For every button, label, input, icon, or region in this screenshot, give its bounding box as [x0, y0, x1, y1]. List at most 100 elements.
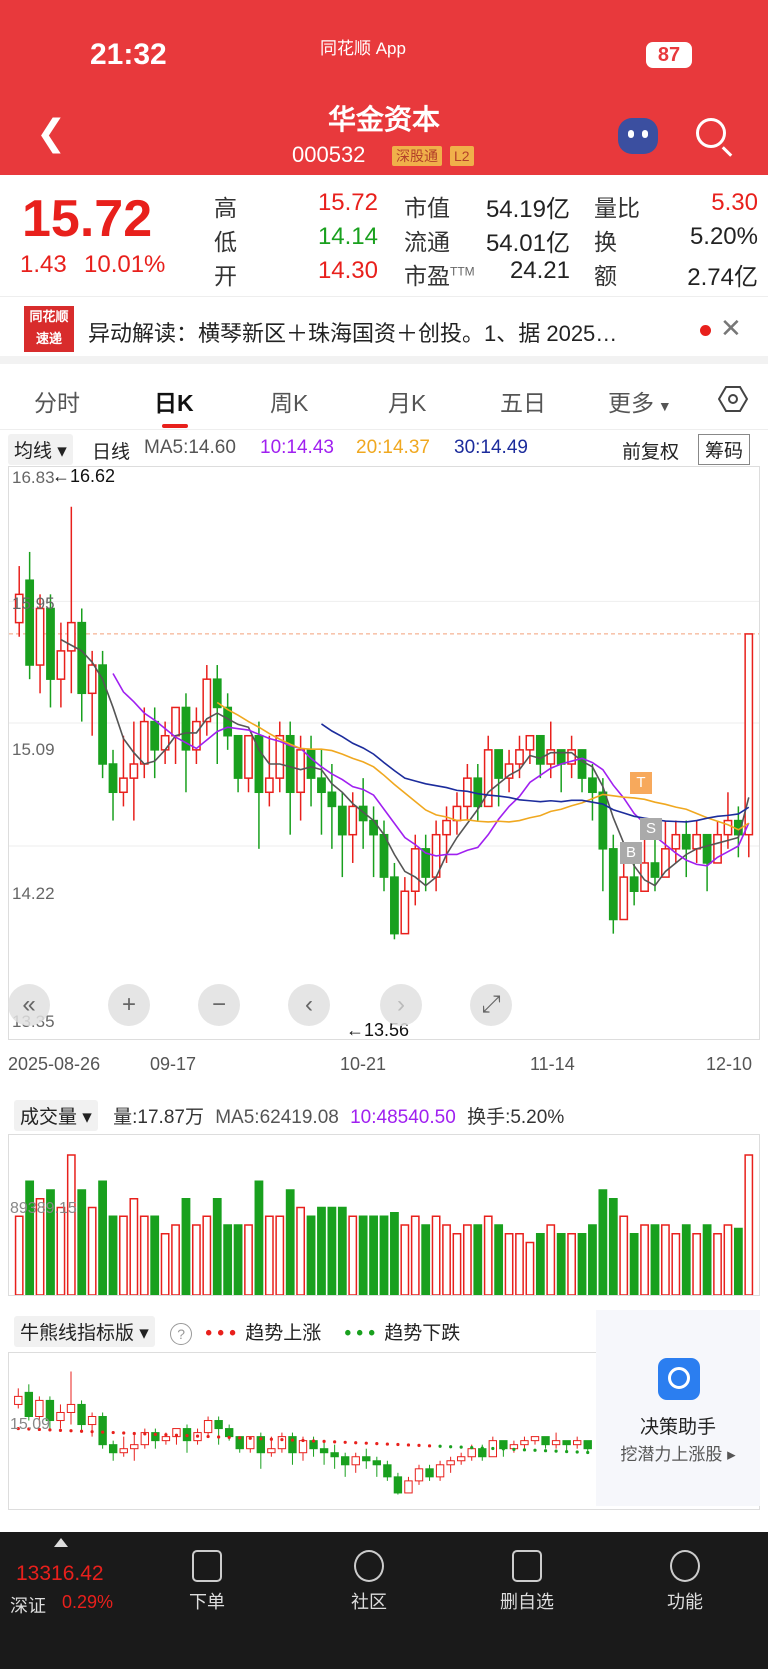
scroll-right-button[interactable]: ›	[380, 984, 422, 1026]
news-text[interactable]: 异动解读：横琴新区＋珠海国资＋创投。1、据 2025…	[88, 316, 617, 348]
volume-ratio-label: 量比	[594, 195, 640, 221]
trend-dot	[565, 1449, 569, 1454]
volume-bar	[473, 1224, 483, 1296]
bull-candle-body	[298, 1440, 308, 1454]
zoom-out-button[interactable]: −	[198, 984, 240, 1026]
news-banner[interactable]: 同花顺 速递 异动解读：横琴新区＋珠海国资＋创投。1、据 2025… ✕	[0, 298, 768, 364]
candle-body	[588, 777, 597, 794]
volume-bar	[535, 1233, 545, 1296]
ma-dropdown[interactable]: 均线 ▾	[8, 434, 73, 465]
kline-chart[interactable]	[8, 466, 760, 1040]
tab-monthly-k[interactable]: 月K	[388, 384, 426, 418]
volume-bar	[494, 1224, 504, 1296]
date-tick-1: 09-17	[150, 1054, 197, 1074]
volume-bar	[202, 1215, 212, 1296]
trend-dot	[132, 1431, 136, 1436]
functions-button[interactable]: 功能	[640, 1550, 730, 1614]
volume-bar	[171, 1224, 180, 1296]
help-icon[interactable]: ?	[170, 1323, 193, 1345]
trend-dot	[322, 1439, 326, 1444]
tab-intraday[interactable]: 分时	[34, 384, 80, 418]
scroll-start-button[interactable]: «	[8, 984, 50, 1026]
price-change: 1.43	[20, 251, 67, 278]
candle-body	[56, 650, 66, 680]
index-value[interactable]: 13316.42	[16, 1562, 104, 1586]
tab-daily-k[interactable]: 日K	[154, 384, 194, 418]
unread-dot-icon	[700, 325, 711, 336]
bull-bear-dropdown[interactable]: 牛熊线指标版 ▾	[14, 1316, 155, 1347]
bull-axis-label: 15.09	[10, 1416, 51, 1433]
candle-body	[577, 749, 587, 779]
bull-candle-body	[456, 1456, 466, 1462]
trend-dot	[206, 1434, 210, 1439]
bull-candle-body	[267, 1448, 276, 1454]
candle-body	[306, 749, 316, 779]
amount-value: 2.74亿	[687, 264, 758, 291]
high-label: 高	[214, 195, 237, 221]
search-icon[interactable]	[696, 118, 726, 148]
zoom-in-button[interactable]: +	[108, 984, 150, 1026]
trend-dot	[185, 1434, 189, 1438]
close-icon[interactable]: ✕	[720, 313, 742, 344]
low-value: 14.14	[317, 223, 378, 250]
community-button[interactable]: 社区	[324, 1550, 414, 1614]
volume-bar	[223, 1224, 233, 1296]
candle-body	[139, 720, 149, 765]
volume-bar	[733, 1227, 743, 1296]
volume-chart[interactable]	[8, 1134, 760, 1296]
tab-more[interactable]: 更多 ▼	[608, 384, 672, 418]
turnover-label: 换	[594, 229, 617, 255]
volume-bar	[181, 1198, 191, 1296]
b-signal-marker[interactable]: B	[620, 842, 642, 864]
trend-dot	[79, 1429, 84, 1433]
candle-body	[327, 791, 337, 808]
chips-button[interactable]: 筹码	[698, 434, 751, 465]
volume-bar	[191, 1224, 201, 1296]
axis-t3: 15.09	[12, 740, 55, 759]
tab-weekly-k[interactable]: 周K	[270, 384, 308, 418]
bull-candle-body	[551, 1440, 561, 1446]
max-marker: ←16.62	[52, 466, 116, 486]
trend-dot	[480, 1446, 484, 1450]
volume-bar	[77, 1189, 87, 1296]
order-icon	[192, 1550, 222, 1582]
adjust-label[interactable]: 前复权	[622, 437, 679, 464]
trend-dot	[385, 1442, 389, 1446]
candle-body	[296, 749, 306, 794]
candle-body	[702, 833, 712, 864]
decision-assistant-card[interactable]: 决策助手 挖潜力上涨股 ▸	[596, 1310, 760, 1506]
volume-bar	[483, 1215, 493, 1296]
settings-hexagon-icon[interactable]	[718, 384, 748, 414]
order-button[interactable]: 下单	[162, 1550, 252, 1614]
bull-candle-body	[362, 1456, 371, 1462]
trend-dot	[501, 1447, 505, 1451]
candle-body	[410, 848, 420, 892]
bull-candle-body	[541, 1436, 550, 1446]
volume-dropdown[interactable]: 成交量 ▾	[14, 1100, 98, 1131]
axis-t2: 15.95	[12, 594, 55, 613]
trend-dot	[143, 1432, 147, 1436]
float-value: 54.01亿	[485, 230, 570, 257]
volume-bar	[452, 1233, 462, 1296]
fullscreen-icon[interactable]: ⤢	[470, 984, 512, 1026]
trend-dot	[290, 1438, 295, 1442]
s-signal-marker[interactable]: S	[640, 818, 662, 840]
candle-body	[108, 763, 118, 794]
tab-five-day[interactable]: 五日	[500, 384, 546, 418]
t-signal-marker[interactable]: T	[630, 772, 652, 794]
robot-assistant-icon[interactable]	[618, 118, 658, 154]
volume-bar	[244, 1224, 253, 1296]
bull-candle-body	[108, 1444, 118, 1454]
bull-candle-body	[583, 1440, 592, 1450]
trend-dot	[111, 1430, 115, 1435]
trend-dot	[364, 1441, 368, 1445]
price-change-pct: 10.01%	[84, 251, 166, 278]
bull-candle-body	[119, 1448, 128, 1454]
scroll-left-button[interactable]: ‹	[288, 984, 330, 1026]
period-tabs: 分时 日K 周K 月K 五日 更多 ▼	[0, 374, 768, 430]
candle-body	[608, 848, 618, 921]
volume-bar	[421, 1224, 431, 1296]
index-expand-icon[interactable]	[54, 1538, 68, 1547]
remove-watchlist-button[interactable]: 删自选	[482, 1550, 572, 1614]
volume-bar	[139, 1215, 149, 1296]
